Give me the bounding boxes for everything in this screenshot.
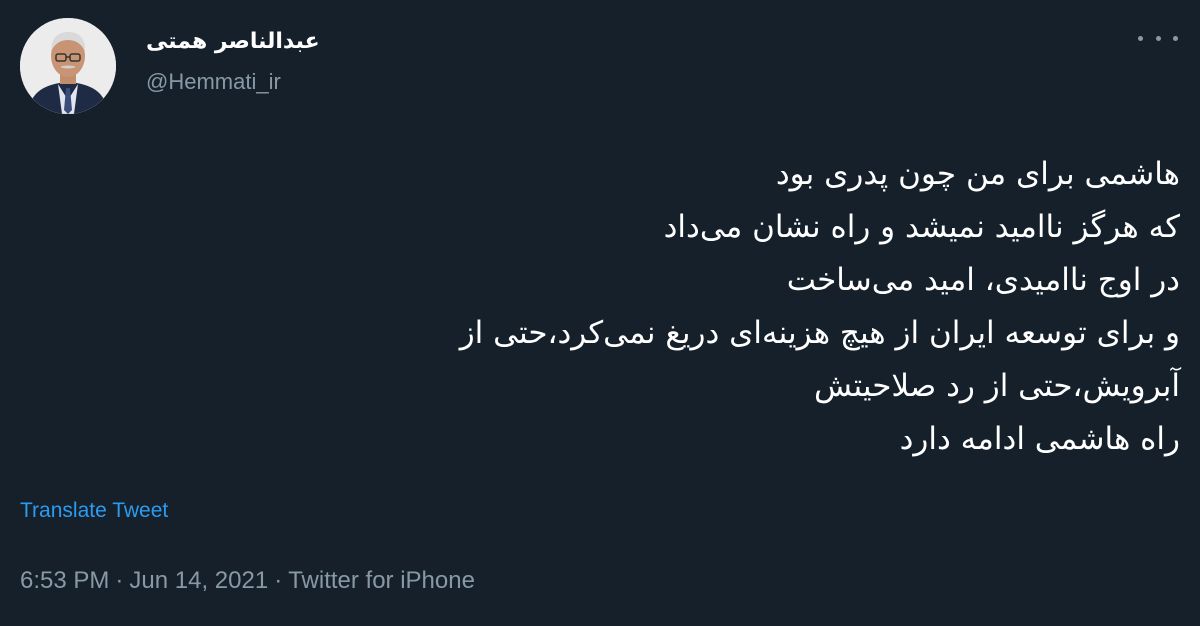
- tweet-line: در اوج ناامیدی، امید می‌ساخت: [786, 262, 1180, 298]
- more-horizontal-icon[interactable]: [1138, 28, 1178, 48]
- meta-separator: ·: [274, 567, 283, 594]
- tweet-time[interactable]: 6:53 PM: [20, 567, 109, 594]
- author-block[interactable]: عبدالناصر همتی @Hemmati_ir: [146, 28, 366, 96]
- avatar-photo: [20, 18, 116, 114]
- tweet-line: و برای توسعه ایران از هیچ هزینه‌ای دریغ …: [459, 315, 1180, 351]
- meta-separator: ·: [115, 567, 124, 594]
- more-dot: [1138, 35, 1143, 41]
- more-dot: [1173, 35, 1178, 41]
- tweet-card: عبدالناصر همتی @Hemmati_ir هاشمی برای من…: [0, 0, 1200, 626]
- tweet-source[interactable]: Twitter for iPhone: [288, 567, 475, 594]
- tweet-line: هاشمی برای من چون پدری بود: [775, 156, 1180, 192]
- tweet-line: راه هاشمی ادامه دارد: [899, 421, 1180, 457]
- avatar[interactable]: [20, 18, 116, 114]
- tweet-meta: 6:53 PM · Jun 14, 2021 · Twitter for iPhone: [20, 566, 475, 596]
- tweet-date[interactable]: Jun 14, 2021: [129, 567, 268, 594]
- tweet-line: که هرگز ناامید نمیشد و راه نشان می‌داد: [663, 209, 1180, 245]
- more-dot: [1155, 35, 1161, 41]
- author-display-name[interactable]: عبدالناصر همتی: [146, 28, 366, 56]
- tweet-line: آبرویش،حتی از رد صلاحیتش: [814, 368, 1180, 404]
- tweet-text: هاشمی برای من چون پدری بود که هرگز ناامی…: [180, 148, 1180, 466]
- translate-tweet-link[interactable]: Translate Tweet: [20, 497, 168, 525]
- author-handle[interactable]: @Hemmati_ir: [146, 68, 366, 96]
